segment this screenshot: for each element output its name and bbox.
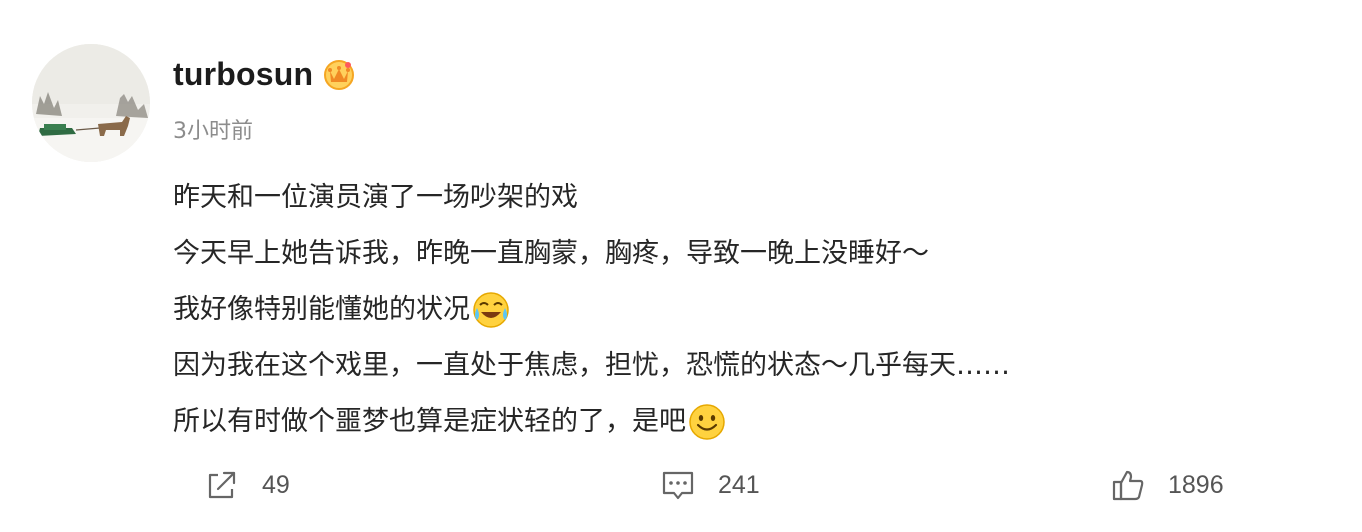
post-line-5-text: 所以有时做个噩梦也算是症状轻的了，是吧 <box>173 406 686 437</box>
vip-crown-icon <box>322 57 356 91</box>
post-line-3-text: 我好像特别能懂她的状况 <box>173 294 470 325</box>
post-line-4: 因为我在这个戏里，一直处于焦虑，担忧，恐慌的状态～几乎每天…… <box>173 338 1293 394</box>
post-line-1: 昨天和一位演员演了一场吵架的戏 <box>173 170 1293 226</box>
post-line-1-text: 昨天和一位演员演了一场吵架的戏 <box>173 182 578 213</box>
post-line-3: 我好像特别能懂她的状况 <box>173 282 1293 338</box>
username-row: turbosun <box>173 52 356 96</box>
thumbs-up-icon <box>1110 467 1146 503</box>
action-bar: 49 241 1896 <box>0 460 1362 510</box>
avatar[interactable] <box>32 44 150 162</box>
comment-icon <box>660 467 696 503</box>
avatar-image <box>32 44 150 162</box>
post-line-2-text: 今天早上她告诉我，昨晚一直胸蒙，胸疼，导致一晚上没睡好～ <box>173 238 929 269</box>
post-line-4-text: 因为我在这个戏里，一直处于焦虑，担忧，恐慌的状态～几乎每天…… <box>173 350 1010 381</box>
comment-button[interactable]: 241 <box>660 460 760 510</box>
share-count: 49 <box>262 470 290 499</box>
share-button[interactable]: 49 <box>204 460 290 510</box>
comment-count: 241 <box>718 470 760 499</box>
post-line-2: 今天早上她告诉我，昨晚一直胸蒙，胸疼，导致一晚上没睡好～ <box>173 226 1293 282</box>
post-line-5: 所以有时做个噩梦也算是症状轻的了，是吧 <box>173 394 1293 450</box>
laugh-cry-emoji <box>471 290 511 330</box>
like-button[interactable]: 1896 <box>1110 460 1224 510</box>
share-icon <box>204 467 240 503</box>
post-content: 昨天和一位演员演了一场吵架的戏 今天早上她告诉我，昨晚一直胸蒙，胸疼，导致一晚上… <box>173 170 1293 450</box>
timestamp: 3小时前 <box>173 119 253 144</box>
like-count: 1896 <box>1168 470 1224 499</box>
smile-emoji <box>687 402 727 442</box>
username[interactable]: turbosun <box>173 56 313 93</box>
